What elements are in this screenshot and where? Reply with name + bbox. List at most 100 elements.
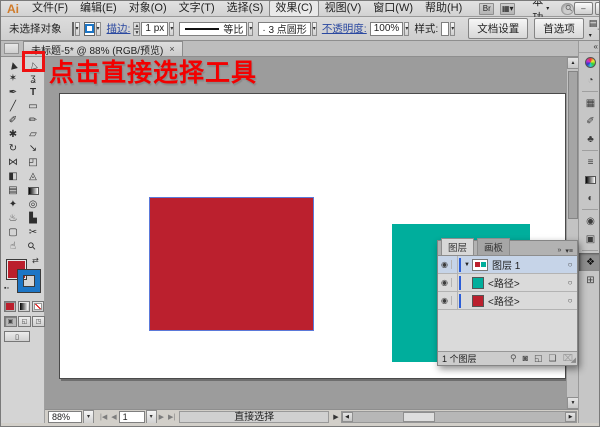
opacity-dropdown[interactable]: ▾ — [404, 22, 409, 36]
stroke-weight-input[interactable]: 1 px — [141, 22, 168, 36]
menu-type[interactable]: 文字(T) — [173, 1, 221, 16]
opacity-input[interactable]: 100% — [370, 22, 404, 36]
stroke-color-dropdown[interactable]: ▾ — [96, 22, 101, 36]
rectangle-tool[interactable]: ▭ — [23, 100, 43, 114]
clipping-mask-icon[interactable]: ◙ — [523, 353, 528, 364]
rotate-tool[interactable]: ↻ — [3, 142, 23, 156]
layer-row-red-path[interactable]: ◉ <路径> ○ — [438, 292, 577, 310]
type-tool[interactable]: T — [23, 86, 43, 100]
step-up-icon[interactable]: ▲ — [133, 22, 140, 29]
preferences-button[interactable]: 首选项 — [534, 18, 584, 39]
expand-triangle-icon[interactable]: ▼ — [462, 262, 472, 268]
pen-tool[interactable]: ✒ — [3, 86, 23, 100]
gradient-tool[interactable] — [23, 184, 43, 198]
line-segment-tool[interactable]: ╱ — [3, 100, 23, 114]
free-transform-tool[interactable]: ◰ — [23, 156, 43, 170]
none-button[interactable] — [32, 301, 44, 312]
layer-name[interactable]: <路径> — [488, 293, 563, 308]
panel-stroke[interactable]: ≡ — [579, 153, 600, 171]
layer-name[interactable]: <路径> — [488, 275, 563, 290]
layer-row-teal-path[interactable]: ◉ <路径> ○ — [438, 274, 577, 292]
step-down-icon[interactable]: ▼ — [133, 29, 140, 36]
width-profile-dropdown[interactable]: ▾ — [248, 22, 253, 36]
panel-menu-icon[interactable]: ▾≡ — [565, 247, 573, 255]
minimize-button[interactable]: – — [574, 2, 593, 15]
target-circle-icon[interactable]: ○ — [563, 296, 577, 305]
layer-row-layer1[interactable]: ◉ ▼ 图层 1 ○ — [438, 256, 577, 274]
menu-edit[interactable]: 编辑(E) — [74, 1, 123, 16]
align-options-icon[interactable]: ▤ ▾ — [589, 18, 598, 39]
menu-object[interactable]: 对象(O) — [123, 1, 173, 16]
zoom-level-input[interactable]: 88% — [48, 411, 82, 423]
first-artboard-icon[interactable]: |◀ — [98, 413, 109, 421]
target-circle-icon[interactable]: ○ — [563, 278, 577, 287]
width-profile-select[interactable]: 等比 — [179, 22, 247, 36]
panel-layers[interactable]: ❖ — [579, 253, 600, 271]
menu-file[interactable]: 文件(F) — [26, 1, 74, 16]
document-setup-button[interactable]: 文档设置 — [468, 18, 528, 39]
style-dropdown[interactable]: ▾ — [450, 22, 455, 36]
status-options-icon[interactable]: ▶ — [331, 413, 340, 421]
menu-select[interactable]: 选择(S) — [221, 1, 270, 16]
panel-symbols[interactable]: ♣ — [579, 130, 600, 148]
opacity-panel-link[interactable]: 不透明度: — [322, 21, 367, 36]
draw-behind-button[interactable]: ◱ — [18, 316, 31, 327]
scroll-right-button[interactable]: ▶ — [565, 412, 576, 422]
panel-color[interactable] — [579, 53, 600, 71]
style-select[interactable] — [441, 22, 449, 36]
new-layer-icon[interactable]: ❑ — [549, 353, 557, 364]
lock-column[interactable] — [452, 274, 458, 291]
target-circle-icon[interactable]: ○ — [563, 260, 577, 269]
bridge-button[interactable]: Br — [479, 3, 494, 15]
menu-window[interactable]: 窗口(W) — [367, 1, 419, 16]
panel-graphic-styles[interactable]: ▣ — [579, 230, 600, 248]
mesh-tool[interactable]: ▤ — [3, 184, 23, 198]
last-artboard-icon[interactable]: ▶| — [166, 413, 177, 421]
panel-gradient[interactable] — [579, 171, 600, 189]
horizontal-scrollbar[interactable]: ◀ ▶ — [341, 411, 577, 423]
panel-transparency[interactable]: ◐ — [579, 189, 600, 207]
eraser-tool[interactable]: ▱ — [23, 128, 43, 142]
tools-panel-header[interactable] — [4, 43, 19, 54]
tab-layers[interactable]: 图层 — [441, 238, 474, 255]
layer-name[interactable]: 图层 1 — [492, 257, 563, 272]
artboard-tool[interactable]: ▢ — [3, 226, 23, 240]
panel-resize-grip[interactable]: ◢ — [571, 356, 576, 364]
panel-color-guide[interactable]: ◔ — [579, 71, 600, 89]
hand-tool[interactable]: ☝ — [3, 240, 23, 254]
stroke-color-swatch[interactable] — [84, 22, 95, 36]
zoom-level-dropdown[interactable]: ▾ — [83, 410, 94, 424]
artboard-dropdown[interactable]: ▾ — [146, 410, 157, 424]
menu-view[interactable]: 视图(V) — [319, 1, 368, 16]
horizontal-scroll-thumb[interactable] — [403, 412, 435, 422]
draw-inside-button[interactable]: ◳ — [32, 316, 45, 327]
panel-swatches[interactable]: ▦ — [579, 94, 600, 112]
red-rectangle-object[interactable] — [149, 197, 314, 331]
zoom-tool[interactable]: ⚲ — [23, 240, 43, 254]
locate-object-icon[interactable]: ⚲ — [510, 353, 517, 364]
menu-effect[interactable]: 效果(C) — [269, 0, 318, 17]
magic-wand-tool[interactable]: ✶ — [3, 72, 23, 86]
gradient-button[interactable] — [18, 301, 30, 312]
expand-panels-button[interactable]: « — [579, 41, 600, 53]
scale-tool[interactable]: ↘ — [23, 142, 43, 156]
shape-builder-tool[interactable]: ◧ — [3, 170, 23, 184]
arrange-documents-button[interactable]: ▦ ▾ — [500, 3, 515, 15]
lock-column[interactable] — [452, 292, 458, 309]
screen-mode-button[interactable]: ▯ — [4, 331, 30, 342]
collapse-panel-icon[interactable]: » — [557, 247, 561, 255]
swap-fill-stroke-icon[interactable]: ⇄ — [32, 256, 39, 265]
selection-tool[interactable]: ▶ — [3, 58, 23, 72]
search-input[interactable]: ⚲ — [561, 3, 574, 15]
stroke-swatch[interactable] — [18, 270, 40, 292]
lasso-tool[interactable]: ʓ — [23, 72, 43, 86]
brush-definition-select[interactable]: · 3 点圆形 — [258, 22, 310, 36]
blob-brush-tool[interactable]: ✱ — [3, 128, 23, 142]
panel-appearance[interactable]: ◉ — [579, 212, 600, 230]
panel-artboards[interactable]: ⊞ — [579, 271, 600, 289]
default-fill-stroke-icon[interactable]: ▪▫ — [4, 285, 9, 292]
new-sublayer-icon[interactable]: ◱ — [534, 353, 543, 364]
stroke-panel-link[interactable]: 描边: — [107, 21, 131, 36]
pencil-tool[interactable]: ✏ — [23, 114, 43, 128]
perspective-grid-tool[interactable]: ◬ — [23, 170, 43, 184]
